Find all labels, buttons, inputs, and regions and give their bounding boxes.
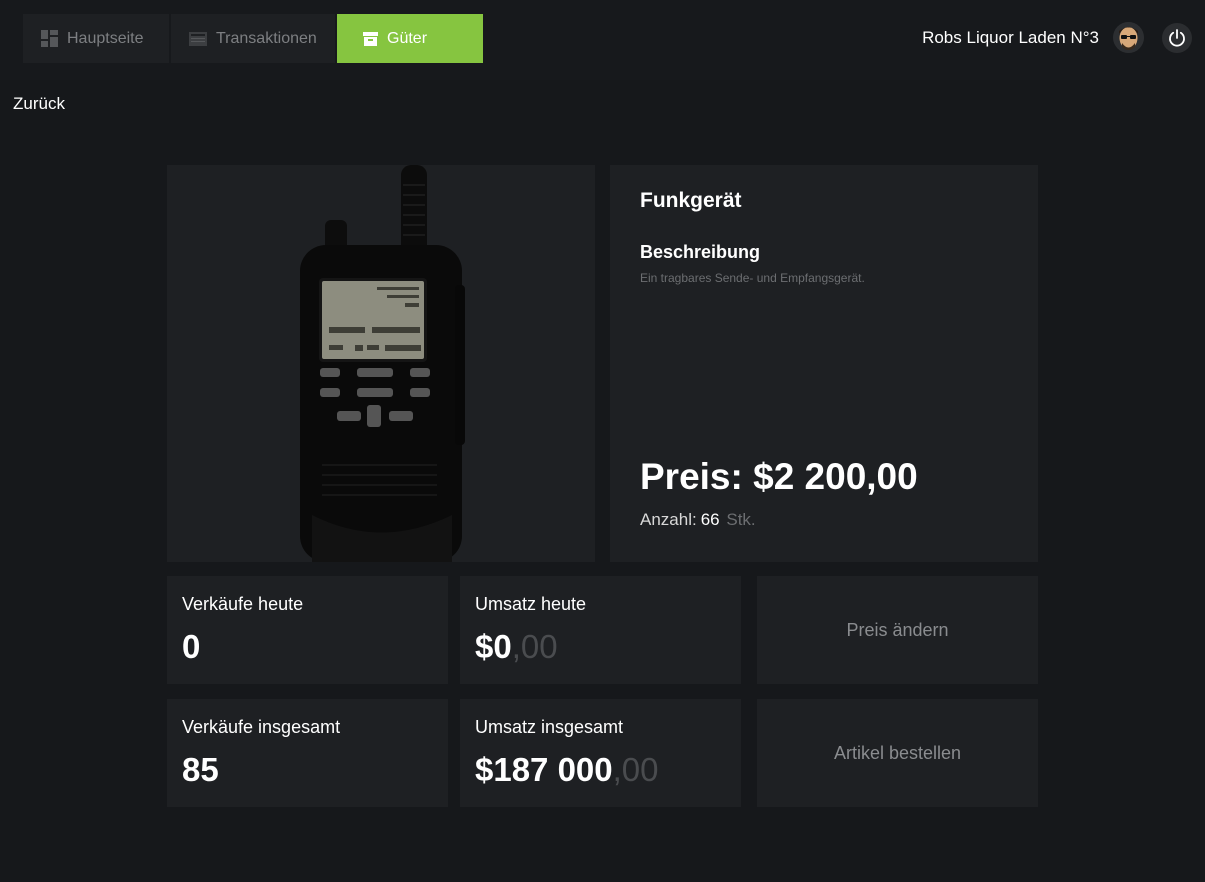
stat-value: 0	[182, 628, 201, 665]
tab-hauptseite[interactable]: Hauptseite	[23, 14, 169, 63]
tab-transaktionen[interactable]: Transaktionen	[171, 14, 335, 63]
tab-gueter-label: Güter	[387, 29, 428, 47]
top-bar: Hauptseite Transaktionen Güter Robs Liqu…	[0, 0, 1205, 80]
back-link[interactable]: Zurück	[13, 94, 65, 114]
power-icon	[1169, 29, 1185, 47]
logout-button[interactable]	[1162, 23, 1192, 53]
product-info-card: Funkgerät Beschreibung Ein tragbares Sen…	[610, 165, 1038, 562]
main-nav: Hauptseite Transaktionen Güter	[23, 14, 483, 63]
stat-label: Umsatz heute	[475, 594, 587, 614]
stat-value-cents: ,00	[612, 751, 659, 788]
list-icon	[189, 31, 207, 46]
stat-value: $187 000,00	[475, 751, 659, 789]
product-image-card	[167, 165, 595, 562]
stat-value: 85	[182, 751, 219, 788]
description-heading: Beschreibung	[640, 242, 761, 262]
stat-value-cents: ,00	[511, 628, 558, 665]
description-text: Ein tragbares Sende- und Empfangsgerät.	[640, 271, 865, 285]
shop-name: Robs Liquor Laden N°3	[922, 28, 1099, 47]
order-item-button[interactable]: Artikel bestellen	[757, 699, 1038, 807]
stock-unit: Stk.	[726, 510, 756, 529]
tab-hauptseite-label: Hauptseite	[67, 29, 144, 47]
price: Preis: $2 200,00	[640, 456, 918, 497]
avatar[interactable]	[1113, 22, 1144, 53]
tab-gueter[interactable]: Güter	[337, 14, 483, 63]
stat-card-revenue-today: Umsatz heute $0,00	[460, 576, 741, 684]
stat-value-main: $187 000	[475, 751, 613, 788]
stock-count: Anzahl: 66 Stk.	[640, 510, 756, 530]
stock-value: 66	[700, 510, 720, 529]
stat-label: Verkäufe heute	[182, 594, 304, 614]
stat-value-main: $0	[475, 628, 512, 665]
stat-label: Verkäufe insgesamt	[182, 717, 341, 737]
dashboard-icon	[41, 30, 58, 47]
stat-label: Umsatz insgesamt	[475, 717, 624, 737]
stat-card-revenue-total: Umsatz insgesamt $187 000,00	[460, 699, 741, 807]
box-icon	[363, 31, 378, 46]
change-price-button[interactable]: Preis ändern	[757, 576, 1038, 684]
stock-label: Anzahl:	[640, 510, 697, 529]
stat-card-sales-today: Verkäufe heute 0	[167, 576, 448, 684]
tab-transaktionen-label: Transaktionen	[216, 29, 317, 47]
avatar-icon	[1113, 22, 1144, 53]
stat-card-sales-total: Verkäufe insgesamt 85	[167, 699, 448, 807]
stat-value: $0,00	[475, 628, 558, 666]
radio-image	[300, 165, 465, 562]
product-title: Funkgerät	[640, 189, 742, 212]
